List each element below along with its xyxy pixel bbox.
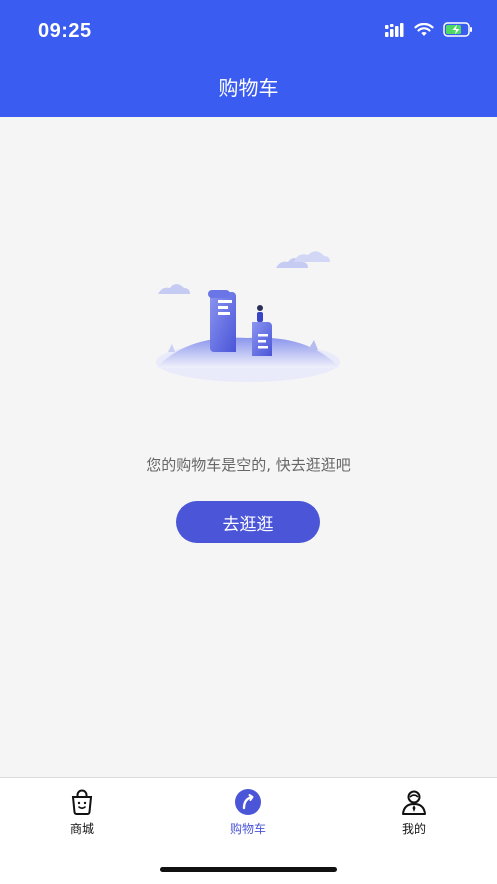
cellular-signal-icon: [385, 22, 404, 37]
cart-content: [0, 117, 497, 777]
cart-circle-icon: [235, 789, 261, 815]
wifi-icon: [414, 22, 434, 36]
status-time: 09:25: [38, 20, 92, 42]
tab-mine[interactable]: 我的: [374, 788, 454, 848]
tab-cart-label: 购物车: [229, 822, 266, 836]
go-shopping-button[interactable]: 去逛逛: [176, 501, 320, 543]
empty-cart-illustration: [156, 251, 340, 382]
battery-charging-icon: [443, 22, 472, 37]
status-bar: 09:25: [0, 0, 497, 60]
user-icon: [402, 790, 426, 815]
app-header: 09:25 购物车: [0, 0, 497, 117]
home-indicator: [160, 867, 337, 872]
tab-mine-label: 我的: [401, 822, 426, 836]
tab-cart[interactable]: 购物车: [208, 788, 288, 848]
status-icons: [385, 22, 473, 37]
empty-cart-message: 您的购物车是空的, 快去逛逛吧: [146, 456, 351, 474]
tab-mall[interactable]: 商城: [42, 788, 122, 848]
tab-mall-label: 商城: [69, 822, 94, 836]
page-title: 购物车: [218, 76, 279, 100]
shopping-bag-icon: [71, 789, 93, 815]
